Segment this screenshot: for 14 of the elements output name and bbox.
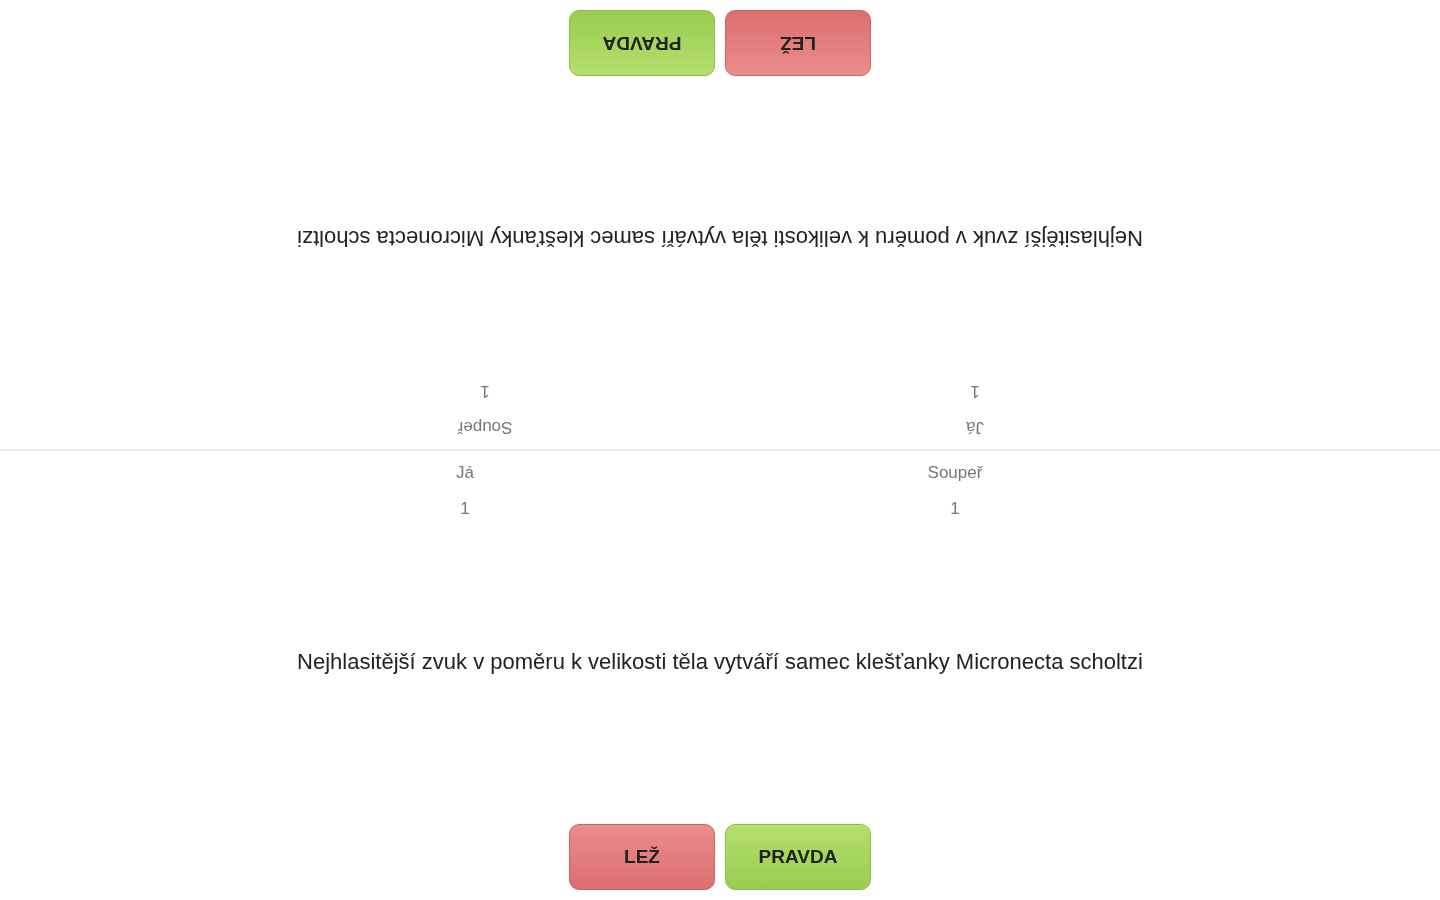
lie-button[interactable]: LEŽ <box>569 824 715 890</box>
score-value: 1 <box>460 499 470 519</box>
score-value: 1 <box>480 381 490 401</box>
player-label: Soupeř <box>927 463 983 483</box>
truth-button[interactable]: PRAVDA <box>725 824 871 890</box>
lie-button[interactable]: LEŽ <box>725 10 871 76</box>
question-text: Nejhlasitější zvuk v poměru k velikosti těla vytváří samec klešťanky Micronecta scholtzi <box>296 225 1144 251</box>
player-label: Já <box>456 463 474 483</box>
player-label: Soupeř <box>457 417 513 437</box>
truth-button[interactable]: PRAVDA <box>569 10 715 76</box>
score-value: 1 <box>950 499 960 519</box>
player-label: Já <box>966 417 984 437</box>
question-text: Nejhlasitější zvuk v poměru k velikosti těla vytváří samec klešťanky Micronecta scholtzi <box>296 649 1144 675</box>
score-value: 1 <box>970 381 980 401</box>
